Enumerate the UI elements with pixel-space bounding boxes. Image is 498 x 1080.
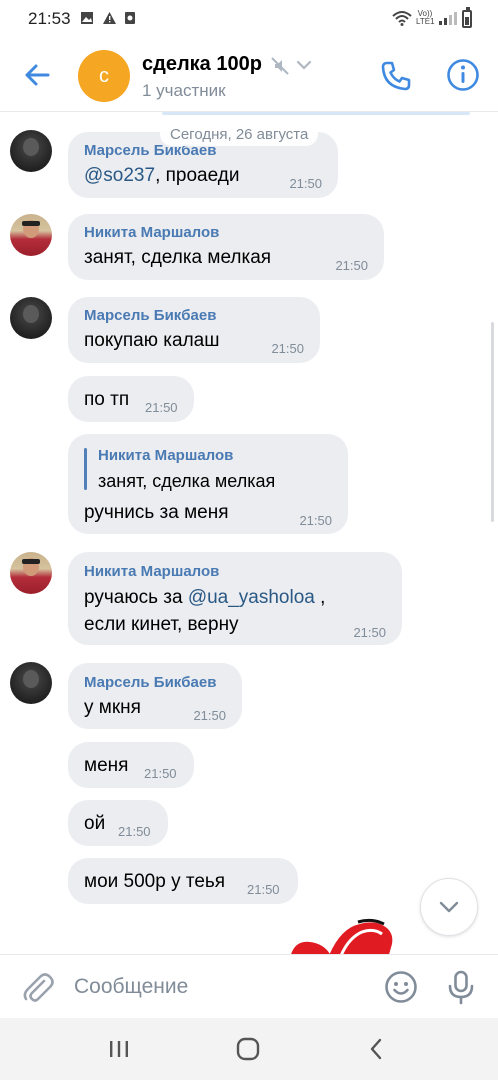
recent-apps-icon[interactable] [104, 1034, 134, 1064]
message-bubble[interactable]: меня 21:50 [68, 742, 194, 788]
phone-icon[interactable] [378, 58, 414, 94]
message-sender[interactable]: Никита Маршалов [84, 563, 219, 580]
status-time: 21:53 [28, 9, 71, 28]
back-nav-icon[interactable] [362, 1034, 392, 1064]
scrollbar[interactable] [491, 322, 494, 522]
attach-icon[interactable] [20, 969, 54, 1005]
message-time: 21:50 [271, 341, 304, 356]
members-count[interactable]: 1 участник [142, 81, 226, 101]
message-text: по тп [84, 389, 130, 410]
mention-link[interactable]: @ua_yasholoa [188, 587, 315, 608]
avatar[interactable] [10, 214, 52, 256]
smile-icon[interactable] [383, 969, 419, 1005]
message-time: 21:50 [335, 258, 368, 273]
message-sender[interactable]: Марсель Бикбаев [84, 307, 216, 324]
message-sender[interactable]: Никита Маршалов [84, 224, 219, 241]
sticker-image[interactable] [288, 918, 398, 954]
microphone-icon[interactable] [446, 969, 476, 1005]
message-composer [0, 954, 498, 1018]
message-text: ручаюсь за @ua_yasholoa , [84, 587, 325, 609]
avatar[interactable] [10, 662, 52, 704]
gallery-icon [81, 12, 93, 24]
home-icon[interactable] [233, 1034, 263, 1064]
avatar[interactable] [10, 130, 52, 172]
message-bubble[interactable]: Никита Маршалов ручаюсь за @ua_yasholoa … [68, 552, 402, 645]
message-bubble[interactable]: Марсель Бикбаев у мкня 21:50 [68, 663, 242, 729]
network-label: Vo)) LTE1 [416, 9, 435, 26]
message-time: 21:50 [289, 176, 322, 191]
message-text-part: , проаеди [155, 165, 240, 186]
reply-author[interactable]: Никита Маршалов [98, 447, 233, 464]
mention-link[interactable]: @so237 [84, 165, 155, 186]
message-text: ручнись за меня [84, 502, 229, 523]
message-list[interactable]: Марсель Бикбаев @so237, проаеди 21:50 Се… [0, 112, 498, 954]
message-text: меня [84, 755, 129, 776]
message-text: у мкня [84, 697, 141, 718]
message-bubble[interactable]: Марсель Бикбаев покупаю калаш 21:50 [68, 297, 320, 363]
message-text: ой [84, 813, 106, 834]
message-time: 21:50 [299, 513, 332, 528]
message-text-part: , [314, 587, 326, 608]
message-time: 21:50 [145, 400, 178, 415]
battery-icon [462, 7, 472, 28]
chevron-down-icon[interactable] [296, 59, 312, 71]
message-bubble[interactable]: ой 21:50 [68, 800, 168, 846]
signal-icon [439, 12, 457, 25]
info-icon[interactable] [446, 58, 480, 92]
message-text: @so237, проаеди [84, 165, 239, 187]
message-bubble[interactable]: по тп 21:50 [68, 376, 194, 422]
message-text: мои 500р у теья [84, 871, 226, 892]
message-time: 21:50 [193, 708, 226, 723]
message-bubble[interactable]: мои 500р у теья 21:50 [68, 858, 298, 904]
avatar[interactable] [10, 552, 52, 594]
message-bubble[interactable]: Никита Маршалов занят, сделка мелкая руч… [68, 434, 348, 534]
chat-header: с сделка 100р 1 участник [0, 38, 498, 112]
warning-icon [103, 12, 116, 24]
reply-text[interactable]: занят, сделка мелкая [98, 471, 275, 492]
chat-avatar[interactable]: с [78, 50, 130, 102]
message-text-part: ручаюсь за [84, 587, 188, 608]
system-nav-bar [0, 1018, 498, 1080]
message-time: 21:50 [353, 625, 386, 640]
chat-title[interactable]: сделка 100р [142, 53, 262, 76]
message-time: 21:50 [247, 882, 280, 897]
back-arrow-icon[interactable] [20, 58, 54, 92]
status-indicators: Vo)) LTE1 [392, 10, 458, 26]
reply-indicator [84, 448, 87, 490]
pinned-bar [162, 112, 470, 115]
wifi-icon [392, 11, 412, 26]
scroll-to-bottom-button[interactable] [420, 878, 478, 936]
message-time: 21:50 [118, 824, 151, 839]
avatar[interactable] [10, 297, 52, 339]
notification-icon [125, 12, 135, 24]
muted-icon [271, 57, 289, 75]
message-text-line2: если кинет, верну [84, 614, 239, 635]
message-text: занят, сделка мелкая [84, 247, 272, 268]
date-separator: Сегодня, 26 августа [160, 122, 319, 146]
message-time: 21:50 [144, 766, 177, 781]
message-sender[interactable]: Марсель Бикбаев [84, 674, 216, 691]
message-text: покупаю калаш [84, 330, 220, 351]
chevron-down-icon [439, 901, 459, 913]
message-bubble[interactable]: Никита Маршалов занят, сделка мелкая 21:… [68, 214, 384, 280]
status-bar: 21:53 Vo)) LTE1 [0, 0, 498, 38]
message-input[interactable] [74, 973, 364, 1001]
